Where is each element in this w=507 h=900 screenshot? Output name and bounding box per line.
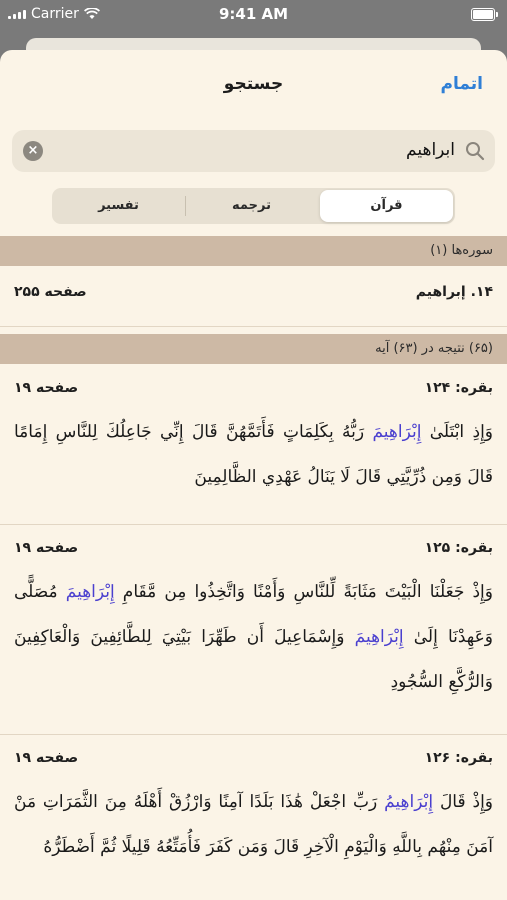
- result-row-header: بقره: ۱۲۴ صفحه ۱۹: [14, 380, 493, 396]
- search-match: إِبْرَاهِيمَ: [354, 627, 404, 647]
- search-field[interactable]: × ابراهیم: [12, 130, 495, 172]
- verse-page: صفحه ۱۹: [14, 750, 79, 766]
- result-row-header: بقره: ۱۲۵ صفحه ۱۹: [14, 540, 493, 556]
- verse-text: وَإِذْ قَالَ إِبْرَاهِيمُ رَبِّ اجْعَلْ …: [14, 780, 493, 870]
- surah-row[interactable]: ۱۴. إبراهيم صفحه ۲۵۵: [0, 266, 507, 327]
- search-sheet: جستجو اتمام × ابراهیم قرآن ترجمه تفسیر س…: [0, 50, 507, 900]
- verse-text-part: وَإِذْ قَالَ: [433, 792, 493, 812]
- verse-reference: بقره: ۱۲۶: [424, 750, 493, 766]
- search-match: إِبْرَاهِيمَ: [65, 582, 115, 602]
- verse-page: صفحه ۱۹: [14, 540, 79, 556]
- battery-icon: [471, 8, 498, 21]
- verse-reference: بقره: ۱۲۵: [424, 540, 493, 556]
- nav-bar: جستجو اتمام: [0, 50, 507, 122]
- search-match: إِبْرَاهِيمُ: [384, 792, 434, 812]
- status-bar: Carrier 9:41 AM: [0, 0, 507, 30]
- verse-text: وَإِذِ ابْتَلَىٰ إِبْرَاهِيمَ رَبُّهُ بِ…: [14, 410, 493, 500]
- scope-segmented-control: قرآن ترجمه تفسیر: [52, 188, 455, 224]
- tab-tafsir[interactable]: تفسیر: [52, 188, 185, 224]
- tab-quran[interactable]: قرآن: [320, 190, 453, 222]
- result-row-header: بقره: ۱۲۶ صفحه ۱۹: [14, 750, 493, 766]
- tab-translation[interactable]: ترجمه: [185, 188, 318, 224]
- search-icon: [466, 142, 485, 161]
- result-row[interactable]: بقره: ۱۲۶ صفحه ۱۹ وَإِذْ قَالَ إِبْرَاهِ…: [0, 734, 507, 900]
- verse-text-part: وَإِذْ جَعَلْنَا الْبَيْتَ مَثَابَةً لِّ…: [114, 582, 493, 602]
- search-match: إِبْرَاهِيمَ: [372, 422, 422, 442]
- verse-reference: بقره: ۱۲۴: [424, 380, 493, 396]
- clear-icon[interactable]: ×: [23, 141, 43, 161]
- surahs-section-header: سوره‌ها (۱): [0, 236, 507, 266]
- verse-text: وَإِذْ جَعَلْنَا الْبَيْتَ مَثَابَةً لِّ…: [14, 570, 493, 705]
- verse-text-part: وَإِذِ ابْتَلَىٰ: [421, 422, 493, 442]
- result-row[interactable]: بقره: ۱۲۵ صفحه ۱۹ وَإِذْ جَعَلْنَا الْبَ…: [0, 524, 507, 735]
- result-row[interactable]: بقره: ۱۲۴ صفحه ۱۹ وَإِذِ ابْتَلَىٰ إِبْر…: [0, 364, 507, 525]
- verse-page: صفحه ۱۹: [14, 380, 79, 396]
- results-section-header: (۶۵) نتیجه در (۶۳) آیه: [0, 334, 507, 364]
- surah-name: ۱۴. إبراهيم: [415, 284, 493, 300]
- surah-page: صفحه ۲۵۵: [14, 284, 87, 300]
- clock: 9:41 AM: [218, 5, 289, 23]
- surah-row-content: ۱۴. إبراهيم صفحه ۲۵۵: [14, 284, 493, 300]
- done-button[interactable]: اتمام: [441, 74, 483, 94]
- page-title: جستجو: [223, 74, 284, 94]
- search-input[interactable]: ابراهیم: [406, 140, 455, 160]
